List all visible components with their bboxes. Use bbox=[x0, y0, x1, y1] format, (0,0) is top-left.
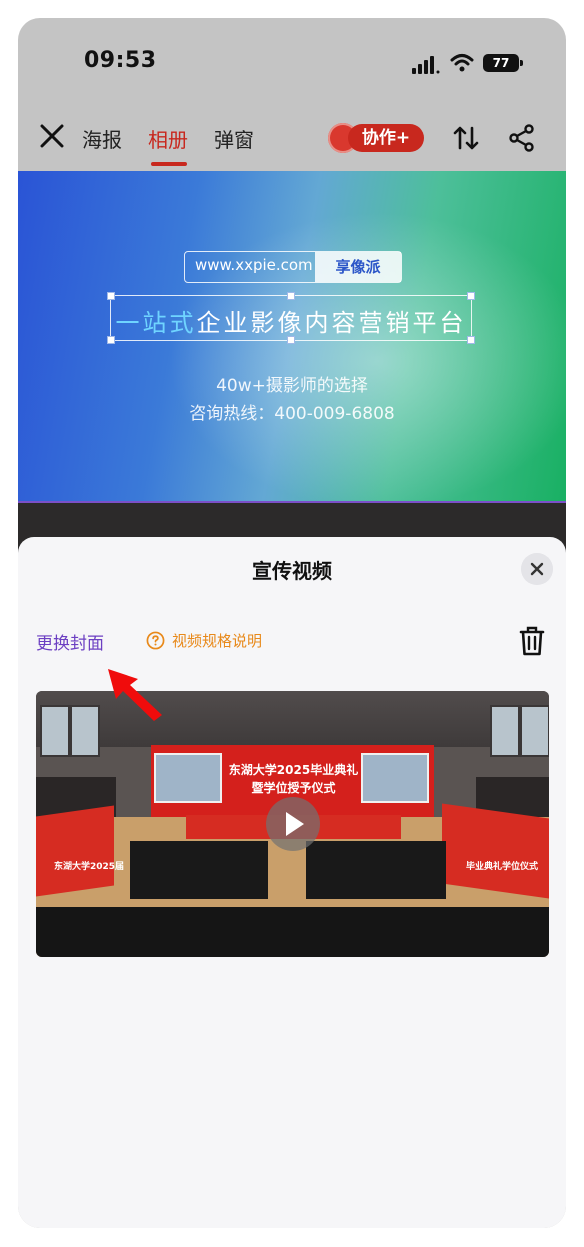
play-icon[interactable] bbox=[266, 797, 320, 851]
collab-button[interactable]: 协作+ bbox=[328, 122, 426, 154]
stage-banner-text: 东湖大学2025毕业典礼 暨学位授予仪式 bbox=[228, 763, 359, 795]
active-tab-indicator bbox=[151, 162, 187, 166]
battery-indicator: 77 bbox=[483, 54, 523, 72]
banner-slogan: 一站式企业影像内容营销平台 bbox=[115, 309, 467, 337]
change-cover-button[interactable]: 更换封面 bbox=[36, 629, 104, 654]
banner-url-box: www.xxpie.com 享像派 bbox=[184, 251, 402, 283]
banner-url: www.xxpie.com bbox=[195, 256, 313, 274]
banner-subtitle: 40w+摄影师的选择 bbox=[216, 376, 368, 396]
tab-popup[interactable]: 弹窗 bbox=[214, 124, 254, 153]
video-spec-label: 视频规格说明 bbox=[172, 632, 263, 650]
tab-poster[interactable]: 海报 bbox=[82, 124, 122, 153]
poster-banner[interactable]: www.xxpie.com 享像派 一站式企业影像内容营销平台 40w+摄影师的… bbox=[18, 171, 566, 501]
share-icon[interactable] bbox=[508, 124, 536, 152]
slogan-selection-box[interactable]: 一站式企业影像内容营销平台 bbox=[107, 292, 475, 344]
video-bottom-sheet: 宣传视频 更换封面 视频规格说明 东湖大学2025毕业典礼 暨学位授予仪式 东湖… bbox=[18, 537, 566, 1228]
sort-icon[interactable] bbox=[452, 124, 480, 152]
cellular-signal-icon bbox=[412, 56, 440, 74]
banner-brand-logo: 享像派 bbox=[315, 252, 401, 282]
video-thumbnail[interactable]: 东湖大学2025毕业典礼 暨学位授予仪式 东湖大学2025届 毕业典礼学位仪式 bbox=[36, 691, 549, 957]
top-nav: 海报 相册 弹窗 协作+ bbox=[18, 110, 566, 172]
sheet-title: 宣传视频 bbox=[252, 559, 332, 583]
banner-hotline: 咨询热线：400-009-6808 bbox=[189, 404, 395, 424]
tab-album[interactable]: 相册 bbox=[148, 124, 188, 153]
close-icon[interactable] bbox=[38, 122, 66, 150]
collab-label: 协作+ bbox=[348, 124, 424, 152]
trash-icon[interactable] bbox=[518, 625, 546, 657]
wifi-icon bbox=[450, 54, 474, 72]
sheet-close-icon[interactable] bbox=[521, 553, 553, 585]
phone-screen: 09:53 77 海报 相册 弹窗 协作+ www.xxpie.com 享像派 … bbox=[18, 18, 566, 1228]
annotation-arrow-icon bbox=[108, 669, 162, 721]
side-banner-left: 东湖大学2025届 bbox=[54, 862, 125, 872]
status-time: 09:53 bbox=[84, 48, 157, 73]
help-circle-icon bbox=[146, 631, 165, 650]
side-banner-right: 毕业典礼学位仪式 bbox=[466, 862, 539, 872]
status-bar: 09:53 77 bbox=[18, 18, 566, 108]
